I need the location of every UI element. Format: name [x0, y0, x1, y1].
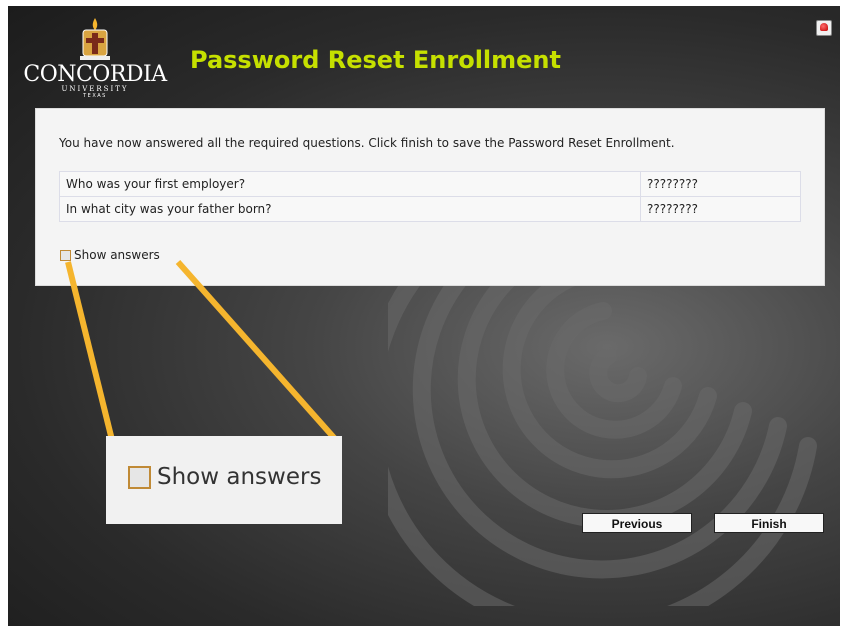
logo-wordmark: CONCORDIA: [23, 62, 167, 87]
logo-texas: TEXAS: [83, 93, 107, 99]
callout-label: Show answers: [157, 464, 322, 490]
answer-cell: ????????: [640, 171, 801, 197]
home-icon[interactable]: [816, 20, 832, 36]
app-window: CONCORDIA UNIVERSITY TEXAS Password Rese…: [8, 6, 840, 626]
zoom-callout: Show answers: [106, 436, 342, 524]
summary-panel: You have now answered all the required q…: [35, 108, 825, 286]
show-answers-toggle[interactable]: Show answers: [60, 248, 160, 262]
question-cell: Who was your first employer?: [59, 171, 641, 197]
finish-button[interactable]: Finish: [714, 513, 824, 533]
intro-text: You have now answered all the required q…: [59, 136, 675, 150]
question-cell: In what city was your father born?: [59, 196, 641, 222]
answer-cell: ????????: [640, 196, 801, 222]
cross-shield-icon: [80, 18, 110, 60]
table-row: Who was your first employer? ????????: [59, 171, 801, 197]
concordia-logo: CONCORDIA UNIVERSITY TEXAS: [20, 16, 170, 99]
table-row: In what city was your father born? ?????…: [59, 196, 801, 222]
callout-show-answers: Show answers: [128, 464, 321, 490]
show-answers-label: Show answers: [74, 248, 160, 262]
show-answers-checkbox[interactable]: [60, 249, 71, 261]
questions-table: Who was your first employer? ???????? In…: [59, 171, 801, 222]
callout-checkbox: [128, 465, 151, 489]
logo-university: UNIVERSITY: [61, 85, 129, 93]
page-title: Password Reset Enrollment: [190, 46, 561, 74]
previous-button[interactable]: Previous: [582, 513, 692, 533]
